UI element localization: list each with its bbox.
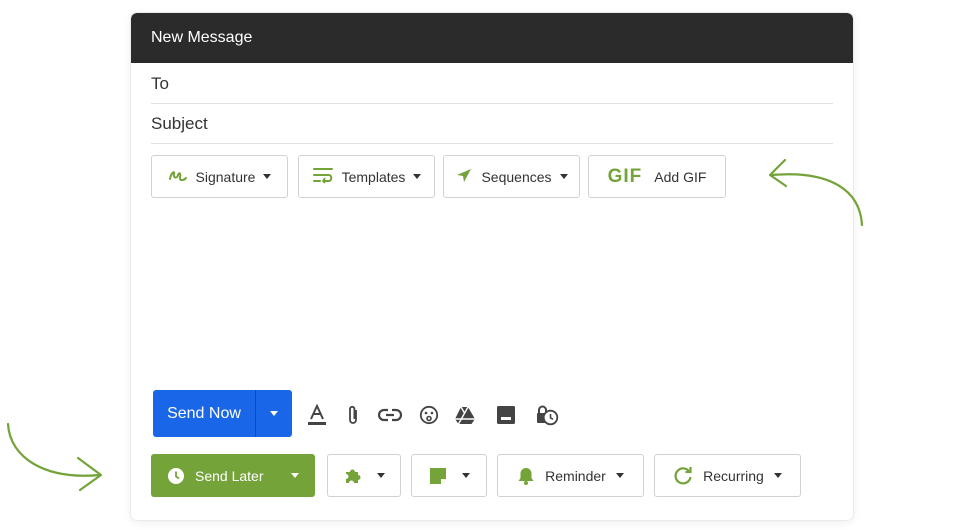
send-now-main[interactable]: Send Now xyxy=(153,390,255,437)
recurring-button[interactable]: Recurring xyxy=(654,454,801,497)
emoji-icon[interactable] xyxy=(417,403,441,427)
recurring-icon xyxy=(673,466,693,486)
chevron-down-icon xyxy=(462,473,470,478)
send-later-label: Send Later xyxy=(195,467,264,484)
compose-window: New Message To Subject Signature Templat… xyxy=(131,13,853,520)
compose-title: New Message xyxy=(151,29,253,46)
signature-label: Signature xyxy=(195,168,256,185)
chevron-down-icon xyxy=(413,174,422,179)
send-now-label: Send Now xyxy=(167,404,241,422)
sequences-label: Sequences xyxy=(481,168,552,185)
chevron-down-icon xyxy=(291,473,299,478)
send-later-main[interactable]: Send Later xyxy=(151,454,275,497)
send-later-button[interactable]: Send Later xyxy=(151,454,315,497)
send-options-dropdown[interactable] xyxy=(255,390,292,437)
chevron-down-icon xyxy=(377,473,385,478)
to-label: To xyxy=(151,73,169,93)
sequences-button[interactable]: Sequences xyxy=(443,155,580,198)
to-field[interactable]: To xyxy=(151,64,833,104)
subject-label: Subject xyxy=(151,113,208,133)
pointer-arrow-left xyxy=(6,422,103,492)
note-icon xyxy=(428,466,448,486)
pointer-arrow-right xyxy=(768,158,864,227)
bell-icon xyxy=(517,466,535,486)
photo-icon[interactable] xyxy=(494,403,518,427)
chevron-down-icon xyxy=(270,411,278,416)
subject-field[interactable]: Subject xyxy=(151,104,833,144)
chevron-down-icon xyxy=(773,473,782,478)
notes-button[interactable] xyxy=(411,454,487,497)
extensions-button[interactable] xyxy=(327,454,401,497)
chevron-down-icon xyxy=(615,473,624,478)
link-icon[interactable] xyxy=(378,403,402,427)
attach-icon[interactable] xyxy=(341,403,365,427)
sequences-icon xyxy=(455,167,473,186)
templates-button[interactable]: Templates xyxy=(298,155,435,198)
add-gif-button[interactable]: GIF Add GIF xyxy=(588,155,726,198)
send-later-dropdown[interactable] xyxy=(275,454,315,497)
drive-icon[interactable] xyxy=(453,403,477,427)
signature-icon xyxy=(168,166,188,187)
reminder-label: Reminder xyxy=(545,467,606,484)
add-gif-label: Add GIF xyxy=(654,168,707,185)
templates-label: Templates xyxy=(341,168,406,185)
signature-button[interactable]: Signature xyxy=(151,155,288,198)
chevron-down-icon xyxy=(263,174,272,179)
recurring-label: Recurring xyxy=(703,467,764,484)
templates-icon xyxy=(312,166,334,187)
compose-title-bar: New Message xyxy=(131,13,853,63)
format-text-icon[interactable] xyxy=(305,403,329,427)
reminder-button[interactable]: Reminder xyxy=(497,454,644,497)
send-now-button[interactable]: Send Now xyxy=(153,390,292,437)
gif-icon: GIF xyxy=(607,165,643,187)
puzzle-icon xyxy=(343,466,363,486)
confidential-icon[interactable] xyxy=(535,403,559,427)
clock-icon xyxy=(167,467,185,485)
chevron-down-icon xyxy=(559,174,568,179)
